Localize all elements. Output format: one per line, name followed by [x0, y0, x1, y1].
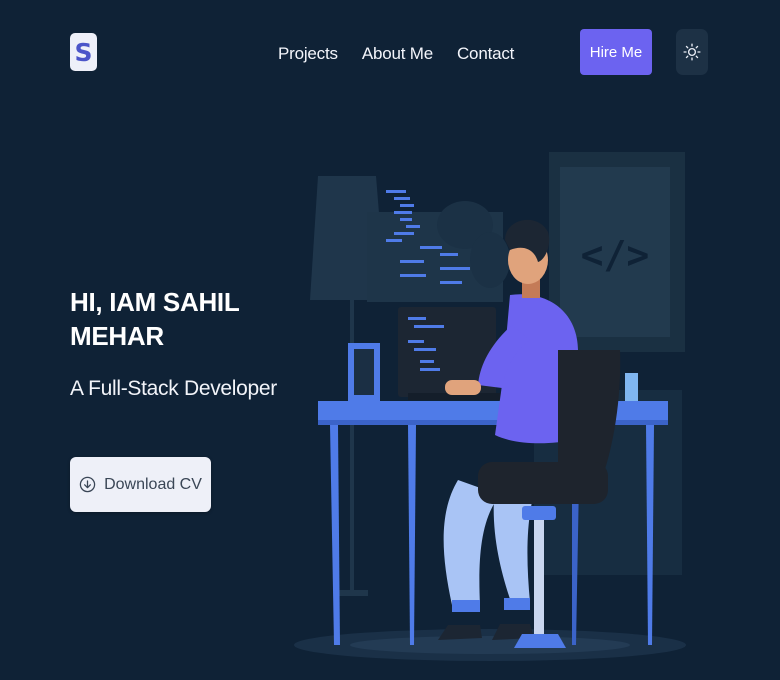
nav-contact[interactable]: Contact [457, 44, 514, 64]
lamp-base [336, 590, 368, 596]
laptop-line [408, 317, 426, 320]
chair-ring [522, 506, 556, 520]
code-line [440, 281, 462, 284]
cup [625, 373, 638, 401]
code-line [386, 190, 406, 193]
nav-projects[interactable]: Projects [278, 44, 338, 64]
sun-icon [683, 43, 701, 61]
download-circle-icon [79, 476, 96, 493]
chair-seat [478, 462, 608, 504]
code-line [400, 260, 424, 263]
code-line [400, 218, 412, 221]
desk-leg [408, 425, 416, 645]
code-line [440, 267, 470, 270]
developer-illustration: </> [294, 152, 686, 661]
nav-about[interactable]: About Me [362, 44, 433, 64]
code-line [400, 204, 414, 207]
chair-pole [534, 520, 544, 638]
laptop-line [408, 340, 424, 343]
download-cv-button[interactable]: Download CV [70, 457, 211, 512]
code-line [440, 253, 458, 256]
logo[interactable]: S [70, 33, 97, 71]
hire-me-button[interactable]: Hire Me [580, 29, 652, 75]
code-line [386, 239, 402, 242]
code-line [394, 197, 410, 200]
person-hand [445, 380, 481, 395]
laptop-line [420, 368, 440, 371]
chair-base [514, 634, 566, 648]
hero-title: HI, IAM SAHIL MEHAR [70, 287, 239, 351]
laptop-line [420, 360, 434, 363]
floor-shadow-inner [350, 636, 630, 654]
code-line [394, 211, 412, 214]
sock [452, 600, 480, 612]
download-cv-label: Download CV [104, 475, 202, 493]
desk-leg [330, 425, 340, 645]
laptop-line [414, 325, 444, 328]
code-line [394, 232, 414, 235]
desk-leg [646, 425, 654, 645]
plant-shadow [470, 232, 510, 288]
code-line [406, 225, 420, 228]
hero-subtitle: A Full-Stack Developer [70, 377, 277, 400]
theme-toggle-button[interactable] [676, 29, 708, 75]
logo-letter: S [74, 37, 93, 67]
laptop-line [414, 348, 436, 351]
sock [504, 598, 530, 610]
shoe [438, 625, 482, 640]
code-line [420, 246, 442, 249]
code-sign: </> [581, 233, 650, 277]
main-nav: Projects About Me Contact [278, 44, 514, 64]
code-line [400, 274, 426, 277]
photo-frame-inner [354, 349, 374, 395]
